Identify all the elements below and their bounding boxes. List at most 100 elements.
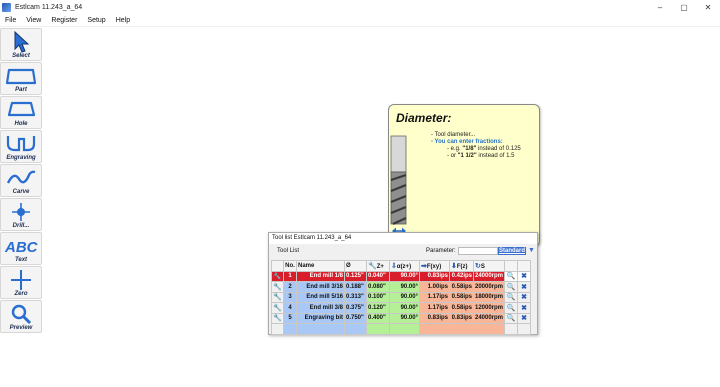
minimize-button[interactable]: – [648,0,672,14]
tool-alpha[interactable]: 90.00° [389,291,420,303]
tool-row-4[interactable]: 🔧 4 End mill 3/8 0.375" 0.120" 90.00° 1.… [271,302,532,314]
tool-fz[interactable]: 0.58ips [449,291,474,303]
preview-tool-icon[interactable]: 🔍 [504,312,519,324]
new-tool-fz[interactable] [449,323,474,335]
menu-view[interactable]: View [21,17,46,24]
tool-name[interactable]: End mill 1/8 [296,270,345,282]
magnifier-icon [11,304,32,325]
header-alpha[interactable]: ⇩α(z+) [389,260,420,272]
maximize-button[interactable]: ▢ [672,0,696,14]
menu-setup[interactable]: Setup [82,17,110,24]
drill-tool-label: Drill... [12,223,30,229]
tool-z[interactable]: 0.040" [366,270,390,282]
parameter-set-select[interactable]: Standard [498,247,526,255]
header-fz-label: F(z) [456,263,468,270]
tool-name[interactable]: End mill 5/16 [296,291,345,303]
preview-tool-icon[interactable]: 🔍 [504,291,519,303]
delete-tool-icon[interactable]: ✖ [517,312,532,324]
tool-row-3[interactable]: 🔧 3 End mill 5/16 0.313" 0.100" 90.00° 1… [271,291,532,303]
tool-s[interactable]: 20000rpm [472,281,506,293]
preview-tool-icon[interactable]: 🔍 [504,302,519,314]
menu-register[interactable]: Register [46,17,82,24]
tool-s[interactable]: 12000rpm [472,302,506,314]
tool-alpha[interactable]: 90.00° [389,270,420,282]
new-tool-name[interactable] [296,323,345,335]
carve-tool-button[interactable]: Carve [0,164,42,197]
edit-tool-icon[interactable]: 🔧 [271,270,284,282]
tool-row-2[interactable]: 🔧 2 End mill 3/16 0.188" 0.080" 90.00° 1… [271,281,532,293]
tool-fxy[interactable]: 1.17ips [419,302,450,314]
menu-file[interactable]: File [0,17,21,24]
tool-alpha[interactable]: 90.00° [389,302,420,314]
tool-z[interactable]: 0.400" [366,312,390,324]
tool-s[interactable]: 24000rpm [472,270,506,282]
tool-name[interactable]: Engraving bit [296,312,345,324]
tool-fxy[interactable]: 1.00ips [419,281,450,293]
text-abc-icon: ABC [4,239,39,256]
header-no[interactable]: No. [283,260,297,272]
new-tool-diameter[interactable] [344,323,367,335]
tool-s[interactable]: 18000rpm [472,291,506,303]
tool-z[interactable]: 0.120" [366,302,390,314]
tool-fz[interactable]: 0.58ips [449,281,474,293]
delete-tool-icon[interactable]: ✖ [517,291,532,303]
header-z[interactable]: 🔧Z+ [366,260,390,272]
edit-tool-icon[interactable]: 🔧 [271,291,284,303]
new-tool-z[interactable] [366,323,390,335]
tool-fz[interactable]: 0.83ips [449,312,474,324]
part-tool-button[interactable]: Part [0,62,42,95]
edit-tool-icon[interactable]: 🔧 [271,312,284,324]
preview-tool-icon[interactable]: 🔍 [504,281,519,293]
tool-name[interactable]: End mill 3/16 [296,281,345,293]
select-tool-label: Select [12,53,30,59]
tool-fz[interactable]: 0.58ips [449,302,474,314]
tool-diameter[interactable]: 0.125" [344,270,367,282]
tool-row-new[interactable] [271,323,532,335]
close-button[interactable]: ✕ [696,0,720,14]
header-s[interactable]: ↻S [472,260,506,272]
select-tool-button[interactable]: Select [0,28,42,61]
tool-alpha[interactable]: 90.00° [389,312,420,324]
tool-row-1[interactable]: 🔧 1 End mill 1/8 0.125" 0.040" 90.00° 0.… [271,270,532,282]
tool-fxy[interactable]: 1.17ips [419,291,450,303]
tool-row-5[interactable]: 🔧 5 Engraving bit 0.750" 0.400" 90.00° 0… [271,312,532,324]
edit-tool-icon[interactable]: 🔧 [271,302,284,314]
edit-tool-icon[interactable]: 🔧 [271,281,284,293]
zero-tool-button[interactable]: Zero [0,266,42,299]
delete-tool-icon[interactable]: ✖ [517,270,532,282]
tool-s[interactable]: 24000rpm [472,312,506,324]
tool-z[interactable]: 0.100" [366,291,390,303]
menu-bar: File View Register Setup Help [0,14,720,27]
engraving-tool-button[interactable]: Engraving [0,130,42,163]
parameter-input[interactable] [458,247,498,255]
text-tool-button[interactable]: ABC Text [0,232,42,265]
preview-tool-icon[interactable]: 🔍 [504,270,519,282]
tool-alpha[interactable]: 90.00° [389,281,420,293]
parameter-dropdown-icon[interactable]: ▼ [528,247,535,254]
header-name[interactable]: Name [296,260,345,272]
menu-help[interactable]: Help [111,17,135,24]
tool-diameter[interactable]: 0.188" [344,281,367,293]
tool-fxy[interactable]: 0.83ips [419,270,450,282]
tool-fz[interactable]: 0.42ips [449,270,474,282]
header-fz[interactable]: ⬇F(z) [449,260,474,272]
tool-diameter[interactable]: 0.313" [344,291,367,303]
tool-list-label: Tool List [277,248,300,254]
hole-tool-button[interactable]: Hole [0,96,42,129]
new-tool-s[interactable] [472,323,506,335]
tool-name[interactable]: End mill 3/8 [296,302,345,314]
new-tool-alpha[interactable] [389,323,420,335]
new-tool-fxy[interactable] [419,323,450,335]
drill-tool-button[interactable]: Drill... [0,198,42,231]
diameter-tooltip: Diameter: - Tool diameter... - You can e… [388,104,540,247]
tool-fxy[interactable]: 0.83ips [419,312,450,324]
delete-tool-icon[interactable]: ✖ [517,302,532,314]
new-tool-no[interactable] [283,323,297,335]
delete-tool-icon[interactable]: ✖ [517,281,532,293]
tool-diameter[interactable]: 0.750" [344,312,367,324]
header-diameter[interactable]: Ø [344,260,367,272]
tool-z[interactable]: 0.080" [366,281,390,293]
preview-tool-button[interactable]: Preview [0,300,42,333]
tool-diameter[interactable]: 0.375" [344,302,367,314]
header-fxy[interactable]: ➡F(xy) [419,260,450,272]
